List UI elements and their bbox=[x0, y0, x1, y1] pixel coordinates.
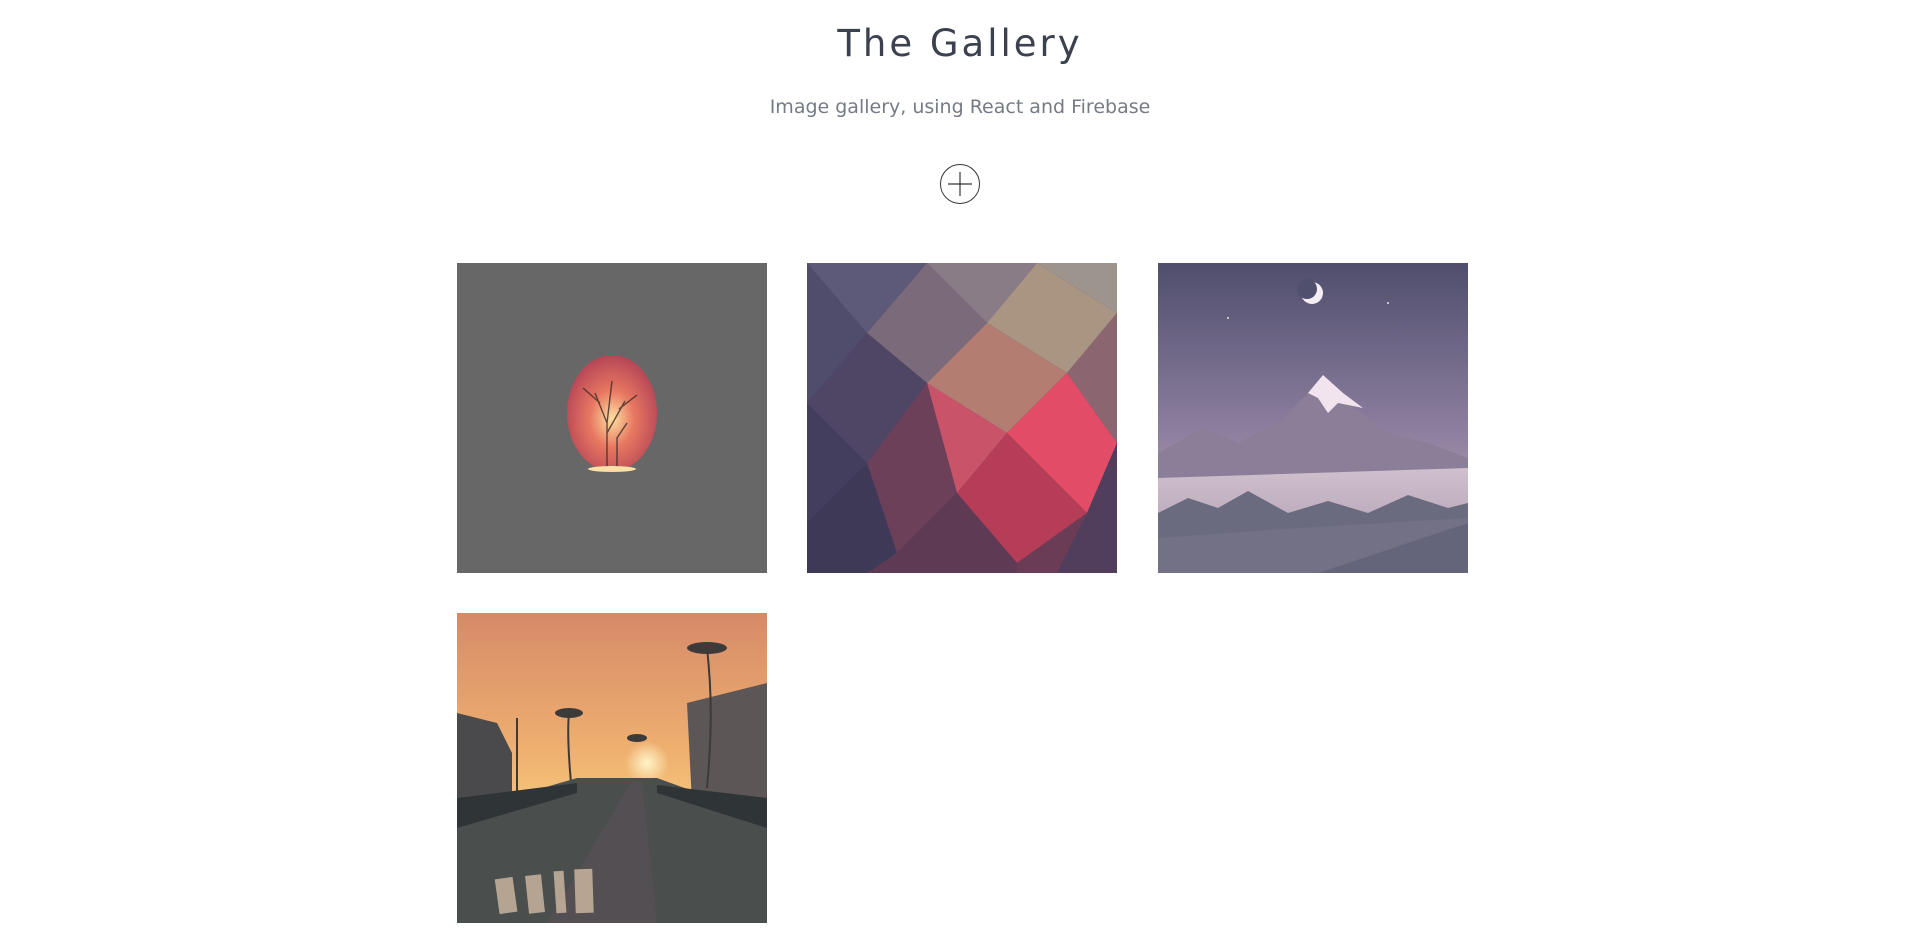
mountain-moon-image bbox=[1158, 263, 1468, 573]
gallery-image[interactable] bbox=[457, 263, 767, 573]
tree-silhouette-image bbox=[457, 263, 767, 573]
sunset-street-image bbox=[457, 613, 767, 923]
low-poly-abstract-image bbox=[807, 263, 1117, 573]
gallery-image[interactable] bbox=[1158, 263, 1468, 573]
add-image-button[interactable] bbox=[940, 164, 980, 204]
gallery-page: The Gallery Image gallery, using React a… bbox=[0, 0, 1920, 949]
plus-circle-icon bbox=[948, 172, 972, 196]
page-subtitle: Image gallery, using React and Firebase bbox=[769, 96, 1151, 118]
page-title: The Gallery bbox=[837, 22, 1083, 65]
gallery-image[interactable] bbox=[807, 263, 1117, 573]
gallery-image[interactable] bbox=[457, 613, 767, 923]
